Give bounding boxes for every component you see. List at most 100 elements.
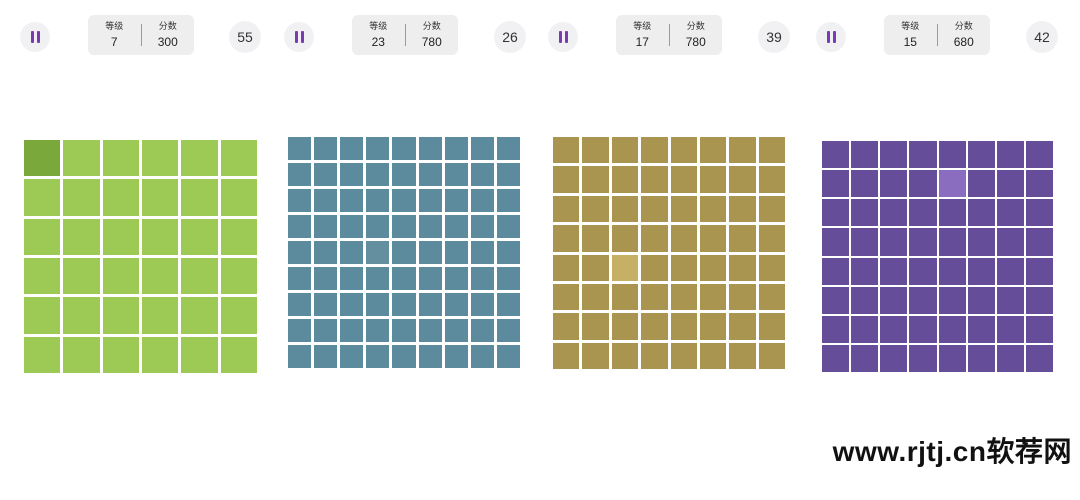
color-tile[interactable] — [641, 254, 668, 281]
color-tile[interactable] — [670, 313, 697, 340]
color-tile[interactable] — [670, 342, 697, 369]
color-tile[interactable] — [220, 179, 257, 216]
color-tile[interactable] — [822, 344, 850, 372]
color-tile[interactable] — [880, 344, 908, 372]
color-tile[interactable] — [758, 342, 785, 369]
color-tile[interactable] — [444, 241, 468, 264]
color-tile[interactable] — [611, 313, 639, 340]
color-tile[interactable] — [909, 257, 937, 285]
color-tile[interactable] — [496, 319, 520, 342]
color-tile[interactable] — [340, 137, 364, 160]
color-tile[interactable] — [938, 286, 966, 314]
color-tile[interactable] — [366, 215, 390, 238]
color-tile[interactable] — [340, 241, 364, 264]
color-tile[interactable] — [102, 336, 139, 373]
color-tile[interactable] — [938, 199, 966, 227]
color-tile[interactable] — [699, 225, 727, 252]
color-tile[interactable] — [418, 241, 442, 264]
color-tile[interactable] — [670, 283, 697, 311]
color-tile[interactable] — [288, 241, 312, 264]
color-tile[interactable] — [641, 313, 668, 340]
color-tile[interactable] — [880, 257, 908, 285]
color-tile[interactable] — [288, 345, 312, 368]
color-tile[interactable] — [470, 163, 494, 186]
color-tile[interactable] — [641, 225, 668, 252]
color-tile[interactable] — [444, 319, 468, 342]
color-tile[interactable] — [418, 293, 442, 316]
color-tile[interactable] — [553, 254, 580, 281]
color-tile[interactable] — [582, 195, 609, 223]
color-tile[interactable] — [996, 315, 1024, 343]
color-tile[interactable] — [288, 189, 312, 212]
color-tile[interactable] — [996, 286, 1024, 314]
color-tile[interactable] — [851, 257, 879, 285]
color-tile[interactable] — [1025, 344, 1053, 372]
pause-button[interactable] — [284, 22, 314, 52]
color-tile[interactable] — [63, 140, 100, 177]
color-tile[interactable] — [553, 195, 580, 223]
color-tile[interactable] — [470, 293, 494, 316]
color-tile[interactable] — [938, 315, 966, 343]
color-tile[interactable] — [444, 267, 468, 290]
color-tile[interactable] — [181, 179, 218, 216]
color-tile[interactable] — [699, 195, 727, 223]
color-tile[interactable] — [392, 189, 416, 212]
color-tile[interactable] — [392, 137, 416, 160]
color-tile[interactable] — [582, 254, 609, 281]
color-tile[interactable] — [670, 254, 697, 281]
color-tile[interactable] — [496, 345, 520, 368]
color-tile[interactable] — [392, 319, 416, 342]
color-tile[interactable] — [758, 313, 785, 340]
color-tile[interactable] — [63, 218, 100, 255]
color-tile[interactable] — [181, 297, 218, 334]
color-tile[interactable] — [366, 319, 390, 342]
color-tile[interactable] — [611, 137, 639, 164]
color-tile[interactable] — [340, 293, 364, 316]
color-tile[interactable] — [909, 141, 937, 169]
color-tile[interactable] — [314, 215, 338, 238]
color-tile[interactable] — [822, 170, 850, 198]
color-tile[interactable] — [758, 225, 785, 252]
color-tile[interactable] — [470, 267, 494, 290]
color-tile[interactable] — [24, 257, 61, 295]
color-tile[interactable] — [851, 286, 879, 314]
color-tile[interactable] — [996, 257, 1024, 285]
color-tile[interactable] — [967, 344, 995, 372]
odd-color-tile[interactable] — [366, 241, 390, 264]
color-tile[interactable] — [938, 228, 966, 256]
color-tile[interactable] — [288, 293, 312, 316]
color-tile[interactable] — [340, 319, 364, 342]
color-tile[interactable] — [758, 166, 785, 193]
color-tile[interactable] — [418, 215, 442, 238]
color-tile[interactable] — [181, 218, 218, 255]
odd-color-tile[interactable] — [938, 170, 966, 198]
color-tile[interactable] — [1025, 141, 1053, 169]
color-tile[interactable] — [444, 215, 468, 238]
color-tile[interactable] — [1025, 199, 1053, 227]
color-tile[interactable] — [822, 141, 850, 169]
color-tile[interactable] — [699, 283, 727, 311]
color-tile[interactable] — [582, 283, 609, 311]
color-tile[interactable] — [444, 137, 468, 160]
color-tile[interactable] — [699, 166, 727, 193]
color-tile[interactable] — [141, 336, 179, 373]
color-tile[interactable] — [288, 319, 312, 342]
color-tile[interactable] — [909, 199, 937, 227]
color-tile[interactable] — [851, 199, 879, 227]
color-tile[interactable] — [582, 137, 609, 164]
color-tile[interactable] — [470, 241, 494, 264]
color-tile[interactable] — [851, 141, 879, 169]
color-tile[interactable] — [699, 313, 727, 340]
pause-button[interactable] — [548, 22, 578, 52]
color-tile[interactable] — [141, 179, 179, 216]
color-tile[interactable] — [444, 293, 468, 316]
color-tile[interactable] — [967, 170, 995, 198]
color-tile[interactable] — [880, 199, 908, 227]
color-tile[interactable] — [553, 225, 580, 252]
color-tile[interactable] — [418, 189, 442, 212]
color-tile[interactable] — [553, 137, 580, 164]
color-tile[interactable] — [496, 137, 520, 160]
color-tile[interactable] — [611, 342, 639, 369]
color-tile[interactable] — [141, 297, 179, 334]
color-tile[interactable] — [758, 283, 785, 311]
